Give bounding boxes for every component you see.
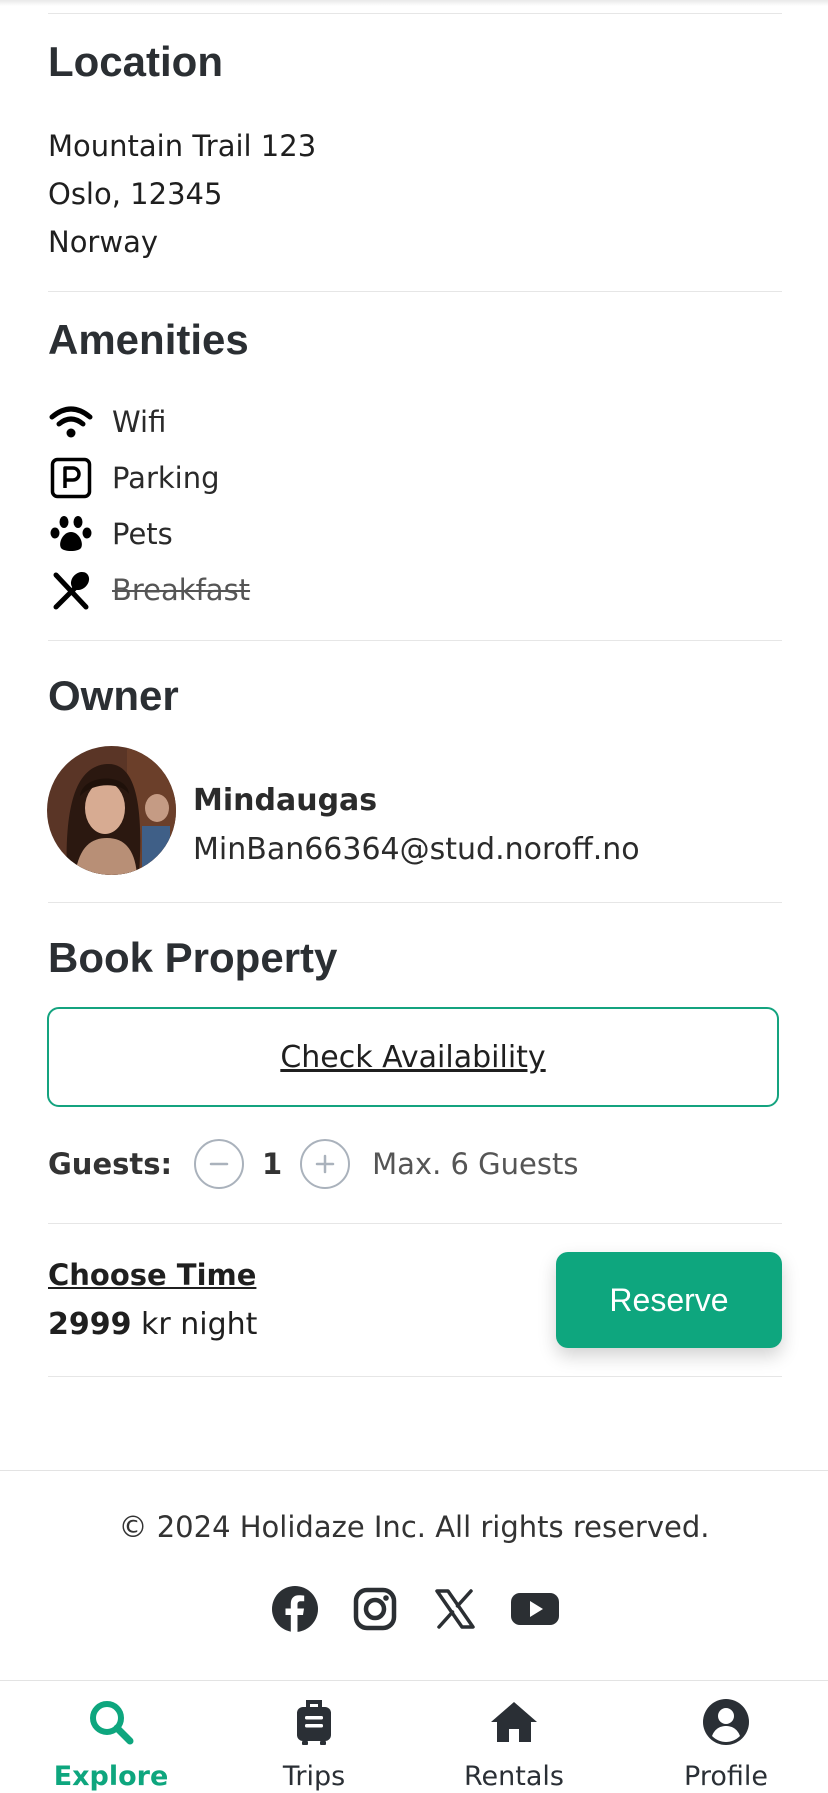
amenities-heading: Amenities [48, 316, 249, 363]
amenity-pets: Pets [48, 506, 250, 562]
nav-label: Trips [282, 1761, 346, 1792]
book-property-heading: Book Property [48, 934, 338, 981]
amenity-label: Breakfast [112, 573, 251, 607]
footer-divider [0, 1470, 828, 1471]
x-icon[interactable] [430, 1584, 480, 1634]
parking-icon [48, 455, 94, 501]
guests-label: Guests: [48, 1147, 173, 1181]
wifi-icon [48, 399, 94, 445]
home-icon [489, 1697, 539, 1747]
social-links [270, 1584, 560, 1634]
youtube-icon[interactable] [510, 1584, 560, 1634]
owner-email: MinBan66364@stud.noroff.no [193, 832, 640, 867]
user-circle-icon [701, 1697, 751, 1747]
amenities-list: Wifi Parking Pets Breakfast [48, 394, 250, 618]
reserve-button[interactable]: Reserve [556, 1252, 782, 1348]
price-amount: 2999 [48, 1307, 132, 1342]
amenity-label: Wifi [112, 405, 167, 439]
price-suffix: kr night [131, 1307, 258, 1342]
location-address: Mountain Trail 123 Oslo, 12345 Norway [48, 122, 316, 266]
divider [48, 13, 782, 14]
amenity-label: Pets [112, 517, 173, 551]
check-availability-button[interactable]: Check Availability [47, 1007, 779, 1107]
nav-item-rentals[interactable]: Rentals [434, 1681, 594, 1793]
address-line-city: Oslo, 12345 [48, 177, 223, 211]
price-per-night: 2999 kr night [48, 1307, 257, 1342]
guest-count: 1 [262, 1147, 283, 1181]
bottom-navigation: Explore Trips Rentals Profile [0, 1680, 828, 1792]
guests-selector: Guests: 1 Max. 6 Guests [48, 1137, 578, 1191]
avatar [47, 746, 176, 875]
nav-label: Profile [684, 1761, 768, 1792]
paw-icon [48, 511, 94, 557]
facebook-icon[interactable] [270, 1584, 320, 1634]
amenity-wifi: Wifi [48, 394, 250, 450]
amenity-label: Parking [112, 461, 220, 495]
plus-icon [315, 1154, 335, 1174]
decrease-guests-button[interactable] [194, 1139, 245, 1189]
address-line-country: Norway [48, 225, 159, 259]
top-shadow [0, 0, 828, 6]
amenity-breakfast: Breakfast [48, 562, 250, 618]
suitcase-icon [289, 1697, 339, 1747]
divider [48, 1376, 782, 1377]
nav-label: Explore [53, 1761, 169, 1792]
amenity-parking: Parking [48, 450, 250, 506]
divider [48, 640, 782, 641]
divider [48, 1223, 782, 1224]
location-heading: Location [48, 38, 223, 85]
nav-item-explore[interactable]: Explore [31, 1681, 191, 1793]
max-guests-text: Max. 6 Guests [372, 1147, 579, 1181]
instagram-icon[interactable] [350, 1584, 400, 1634]
nav-item-profile[interactable]: Profile [646, 1681, 806, 1793]
address-line-street: Mountain Trail 123 [48, 129, 317, 163]
choose-time-link[interactable]: Choose Time [48, 1258, 256, 1292]
nav-item-trips[interactable]: Trips [234, 1681, 394, 1793]
search-icon [86, 1697, 136, 1747]
increase-guests-button[interactable] [300, 1139, 351, 1189]
divider [48, 902, 782, 903]
copyright-text: © 2024 Holidaze Inc. All rights reserved… [118, 1510, 710, 1544]
nav-label: Rentals [464, 1761, 564, 1792]
divider [48, 291, 782, 292]
minus-icon [209, 1162, 229, 1166]
utensils-icon [48, 567, 94, 613]
owner-name: Mindaugas [193, 783, 378, 818]
owner-heading: Owner [48, 672, 179, 719]
